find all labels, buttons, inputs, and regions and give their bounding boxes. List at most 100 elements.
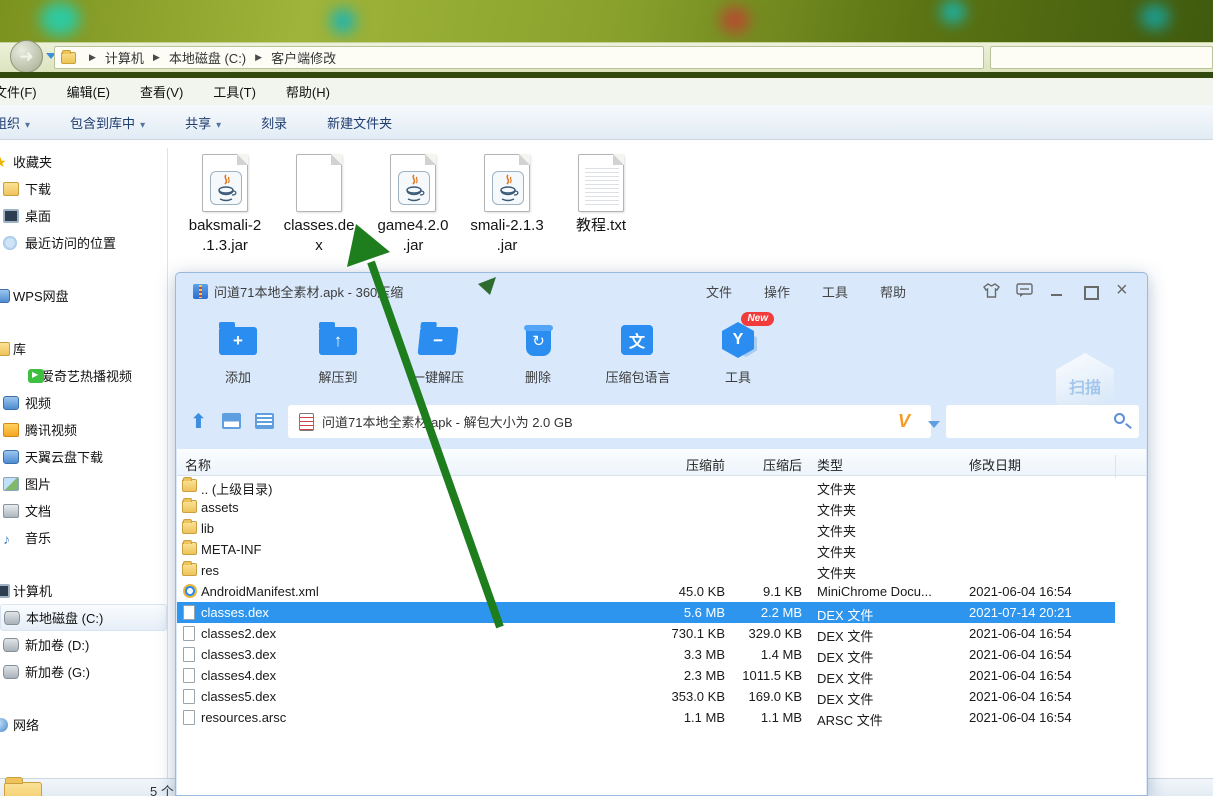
column-name[interactable]: 名称 bbox=[185, 455, 211, 474]
zip-toolbar-extract-to-button[interactable]: ↑ 解压到 bbox=[290, 319, 386, 386]
explorer-menubar: 文件(F) 编辑(E) 查看(V) 工具(T) 帮助(H) bbox=[0, 78, 1213, 105]
column-size-after[interactable]: 压缩后 bbox=[737, 455, 802, 474]
file-item[interactable]: baksmali-2 .1.3.jar bbox=[180, 154, 270, 256]
file-icon bbox=[183, 626, 195, 641]
archive-path-bar[interactable]: 问道71本地全素材.apk - 解包大小为 2.0 GB bbox=[288, 405, 931, 438]
zip-toolbar-add-button[interactable]: + 添加 bbox=[190, 319, 286, 386]
archive-row-..-[interactable]: .. (上级目录) 文件夹 bbox=[177, 476, 1146, 497]
breadcrumb-arrow-icon: ▶ bbox=[89, 52, 96, 63]
archive-search-input[interactable] bbox=[946, 405, 1139, 438]
zip-toolbar-one-click-extract-button[interactable]: − 一键解压 bbox=[390, 319, 486, 386]
java-logo-icon bbox=[398, 171, 430, 205]
sidebar-item-recent-places[interactable]: 最近访问的位置 bbox=[0, 229, 167, 256]
sidebar-item-downloads-folder[interactable]: 下载 bbox=[0, 175, 167, 202]
zip-toolbar-archive-language-button[interactable]: 文 压缩包语言 bbox=[590, 319, 686, 386]
sidebar-item-libraries[interactable]: 库 bbox=[0, 335, 167, 362]
command-bar-item[interactable]: 新建文件夹 bbox=[321, 108, 398, 137]
breadcrumb-computer[interactable]: 计算机 bbox=[105, 48, 144, 67]
maximize-button[interactable] bbox=[1082, 283, 1098, 299]
sidebar-item-tencent-video[interactable]: 腾讯视频 bbox=[0, 416, 167, 443]
sidebar-item-network[interactable]: 网络 bbox=[0, 711, 167, 738]
column-size-before[interactable]: 压缩前 bbox=[607, 455, 725, 474]
sidebar-item-videos[interactable]: 视频 bbox=[0, 389, 167, 416]
menu-item[interactable]: 文件(F) bbox=[0, 78, 45, 105]
up-level-icon[interactable]: ⬆ bbox=[190, 409, 207, 434]
sidebar-item-desktop[interactable]: 桌面 bbox=[0, 202, 167, 229]
v-dropdown-icon[interactable] bbox=[928, 421, 940, 428]
iqiyi-icon bbox=[28, 369, 44, 383]
360zip-app-icon bbox=[193, 284, 208, 299]
sidebar-item-wps-cloud[interactable]: WPS网盘 bbox=[0, 282, 167, 309]
sidebar-item-pictures[interactable]: 图片 bbox=[0, 470, 167, 497]
zip-menu-item[interactable]: 帮助 bbox=[880, 282, 906, 301]
sidebar-item-computer[interactable]: 计算机 bbox=[0, 577, 167, 604]
archive-row-assets[interactable]: assets 文件夹 bbox=[177, 497, 1146, 518]
command-bar-item[interactable]: 共享 bbox=[179, 108, 227, 137]
network-icon bbox=[0, 718, 8, 732]
archive-row-classes2.dex[interactable]: classes2.dex 730.1 KB 329.0 KB DEX 文件 20… bbox=[177, 623, 1146, 644]
skin-icon[interactable] bbox=[983, 283, 999, 299]
archive-row-classes4.dex[interactable]: classes4.dex 2.3 MB 1011.5 KB DEX 文件 202… bbox=[177, 665, 1146, 686]
breadcrumb-local-disk-c[interactable]: 本地磁盘 (C:) bbox=[169, 48, 246, 67]
archive-row-resources.arsc[interactable]: resources.arsc 1.1 MB 1.1 MB ARSC 文件 202… bbox=[177, 707, 1146, 728]
explorer-search-input[interactable] bbox=[990, 46, 1213, 69]
archive-language-icon: 文 bbox=[621, 325, 653, 355]
archive-row-AndroidManifest.xml[interactable]: AndroidManifest.xml 45.0 KB 9.1 KB MiniC… bbox=[177, 581, 1146, 602]
feedback-icon[interactable] bbox=[1016, 283, 1032, 299]
sidebar-item-volume-g[interactable]: 新加卷 (G:) bbox=[0, 658, 167, 685]
sidebar-item-favorites-star[interactable]: 收藏夹 bbox=[0, 148, 167, 175]
forward-button[interactable]: ➜ bbox=[10, 40, 43, 73]
sidebar-item-cloud-drive[interactable]: 天翼云盘下载 bbox=[0, 443, 167, 470]
file-item[interactable]: game4.2.0 .jar bbox=[368, 154, 458, 256]
icon-view-toggle[interactable] bbox=[222, 413, 241, 429]
sidebar-item-documents[interactable]: 文档 bbox=[0, 497, 167, 524]
sidebar-item-local-disk[interactable]: 本地磁盘 (C:) bbox=[0, 604, 167, 631]
menu-item[interactable]: 查看(V) bbox=[132, 78, 191, 105]
list-view-toggle[interactable] bbox=[255, 413, 274, 429]
zip-menu-item[interactable]: 工具 bbox=[822, 282, 848, 301]
v-scan-logo-icon[interactable]: V bbox=[898, 411, 910, 432]
list-header-row[interactable]: 名称 压缩前 压缩后 类型 修改日期 bbox=[177, 449, 1146, 476]
screen: ➜ ▶ 计算机 ▶ 本地磁盘 (C:) ▶ 客户端修改 文件(F) 编辑(E) 查看… bbox=[0, 0, 1213, 796]
file-name-line1: baksmali-2 bbox=[180, 216, 270, 236]
360zip-window-title: 问道71本地全素材.apk - 360压缩 bbox=[214, 282, 403, 301]
chrome-icon bbox=[183, 584, 197, 598]
archive-row-classes3.dex[interactable]: classes3.dex 3.3 MB 1.4 MB DEX 文件 2021-0… bbox=[177, 644, 1146, 665]
minimize-button[interactable] bbox=[1049, 283, 1065, 299]
menu-item[interactable]: 工具(T) bbox=[205, 78, 264, 105]
archive-row-META-INF[interactable]: META-INF 文件夹 bbox=[177, 539, 1146, 560]
column-date[interactable]: 修改日期 bbox=[969, 455, 1021, 474]
zip-menu-item[interactable]: 操作 bbox=[764, 282, 790, 301]
file-item[interactable]: 教程.txt bbox=[556, 154, 646, 236]
archive-row-lib[interactable]: lib 文件夹 bbox=[177, 518, 1146, 539]
360zip-titlebar[interactable]: 问道71本地全素材.apk - 360压缩 文件 操作 工具 帮助 bbox=[176, 273, 1147, 309]
menu-item[interactable]: 帮助(H) bbox=[278, 78, 338, 105]
menu-item[interactable]: 编辑(E) bbox=[59, 78, 118, 105]
desktop-icon-blur bbox=[940, 0, 966, 24]
favorites-star-icon bbox=[0, 155, 10, 169]
archive-file-icon bbox=[299, 413, 314, 431]
zip-toolbar-tools-button[interactable]: New Y 工具 bbox=[690, 319, 786, 386]
command-bar-item[interactable]: 组织 bbox=[0, 108, 36, 137]
command-bar-item[interactable]: 包含到库中 bbox=[64, 108, 151, 137]
column-type[interactable]: 类型 bbox=[817, 455, 843, 474]
archive-row-classes5.dex[interactable]: classes5.dex 353.0 KB 169.0 KB DEX 文件 20… bbox=[177, 686, 1146, 707]
360zip-menubar: 文件 操作 工具 帮助 bbox=[706, 273, 906, 309]
file-name-line2: .jar bbox=[462, 236, 552, 256]
close-button[interactable] bbox=[1115, 283, 1131, 299]
address-bar[interactable]: ▶ 计算机 ▶ 本地磁盘 (C:) ▶ 客户端修改 bbox=[54, 46, 984, 69]
new-badge: New bbox=[741, 312, 774, 326]
sidebar-item-music[interactable]: 音乐 bbox=[0, 524, 167, 551]
sidebar-item-iqiyi[interactable]: 爱奇艺热播视频 bbox=[0, 362, 167, 389]
archive-row-classes.dex[interactable]: classes.dex 5.6 MB 2.2 MB DEX 文件 2021-07… bbox=[177, 602, 1115, 623]
archive-file-list: 名称 压缩前 压缩后 类型 修改日期 .. (上级目录) 文件夹 assets … bbox=[177, 449, 1146, 795]
volume-g-icon bbox=[3, 665, 19, 679]
breadcrumb-client-mod-folder[interactable]: 客户端修改 bbox=[271, 48, 336, 67]
command-bar-item[interactable]: 刻录 bbox=[255, 108, 293, 137]
file-item[interactable]: smali-2.1.3 .jar bbox=[462, 154, 552, 256]
file-item[interactable]: classes.de x bbox=[274, 154, 364, 256]
zip-toolbar-delete-button[interactable]: ↻ 删除 bbox=[490, 319, 586, 386]
zip-menu-item[interactable]: 文件 bbox=[706, 282, 732, 301]
archive-row-res[interactable]: res 文件夹 bbox=[177, 560, 1146, 581]
sidebar-item-volume-d[interactable]: 新加卷 (D:) bbox=[0, 631, 167, 658]
